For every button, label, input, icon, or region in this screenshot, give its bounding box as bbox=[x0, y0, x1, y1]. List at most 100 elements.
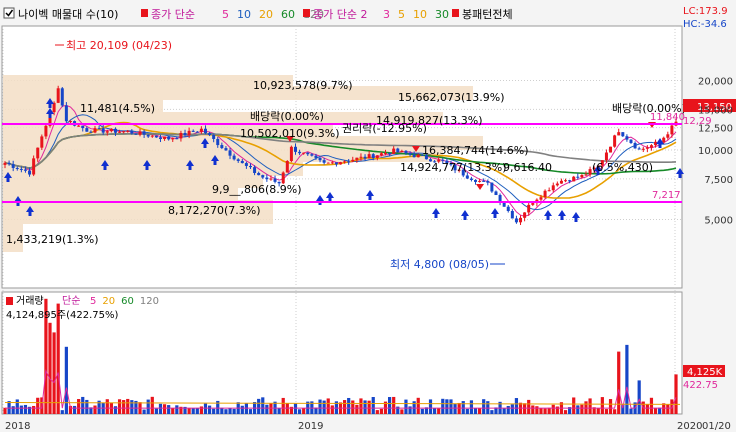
volume-bar bbox=[281, 397, 285, 414]
candle-body bbox=[666, 134, 670, 138]
candle-body bbox=[326, 162, 330, 164]
ma-period-10[interactable]: 10 bbox=[237, 8, 251, 21]
volume-bar bbox=[625, 344, 629, 414]
volume-bar bbox=[527, 399, 531, 414]
volume-bar bbox=[662, 403, 666, 414]
ma-price-label[interactable]: 종가 단순 bbox=[151, 8, 195, 21]
volume-label: 거래량 bbox=[16, 295, 44, 307]
candle-body bbox=[359, 156, 363, 158]
volume-bar bbox=[428, 399, 433, 414]
volume-bar bbox=[60, 410, 64, 414]
ma2-period-30[interactable]: 30 bbox=[435, 8, 449, 21]
candle-body bbox=[289, 146, 293, 161]
volume-bar bbox=[257, 398, 261, 414]
candle-body bbox=[519, 217, 523, 223]
volume-bar bbox=[77, 399, 81, 414]
candle-body bbox=[478, 180, 482, 182]
candle-body bbox=[625, 136, 629, 140]
candle-body bbox=[494, 191, 498, 196]
volume-bar bbox=[191, 408, 195, 414]
volume-profile-label-1: 15,662,073(13.9%) bbox=[398, 91, 505, 104]
candle-body bbox=[44, 125, 48, 137]
candle-body bbox=[118, 131, 122, 133]
candle-body bbox=[404, 150, 408, 154]
volume-profile-label-2: 11,481(4.5%) bbox=[80, 102, 155, 115]
candle-body bbox=[339, 162, 342, 165]
ma2-period-5[interactable]: 5 bbox=[398, 8, 405, 21]
candle-body bbox=[191, 130, 195, 132]
volume-bar bbox=[11, 406, 15, 414]
volume-bar bbox=[195, 407, 199, 414]
ma-period-5[interactable]: 5 bbox=[222, 8, 229, 21]
volume-bar bbox=[72, 405, 77, 414]
volume-profile-label-9: 9,9__,806(8.9%) bbox=[212, 183, 302, 196]
volume-bar bbox=[416, 397, 420, 414]
chart-title: 나이벡 매물대 수(10) bbox=[18, 8, 118, 21]
volume-bar bbox=[608, 399, 613, 414]
candle-body bbox=[265, 177, 269, 180]
candle-body bbox=[134, 133, 138, 135]
ma-price-value: 11,840 bbox=[650, 112, 685, 123]
show-checkbox[interactable] bbox=[3, 7, 15, 19]
volume-bar bbox=[543, 408, 547, 414]
volume-bar bbox=[154, 408, 158, 414]
candle-body bbox=[261, 175, 265, 178]
candle-body bbox=[93, 128, 97, 133]
lc-label: LC:173.9 bbox=[683, 6, 728, 17]
volume-bar bbox=[220, 407, 224, 414]
candle-body bbox=[564, 180, 568, 182]
volume-profile-label-3: 14,919,827(13.3%) bbox=[376, 114, 483, 127]
candle-body bbox=[306, 152, 310, 155]
volume-last-text: 4,124,895주(422.75%) bbox=[6, 310, 118, 321]
volume-bar bbox=[572, 397, 576, 414]
stock-chart[interactable]: 나이벡 매물대 수(10) 종가 단순 5 10 20 60 120 종가 단순 2 3… bbox=[0, 0, 736, 432]
candle-body bbox=[7, 162, 11, 165]
candle-body bbox=[187, 130, 191, 136]
candle-body bbox=[19, 168, 23, 170]
candle-body bbox=[474, 179, 478, 182]
candle-body bbox=[580, 175, 584, 178]
volume-bar bbox=[502, 408, 506, 414]
candle-body bbox=[150, 135, 154, 137]
volume-profile-label-7: 9,616.40 bbox=[503, 161, 552, 174]
candle-body bbox=[330, 162, 334, 164]
ma-period-20[interactable]: 20 bbox=[259, 8, 273, 21]
candle-body bbox=[302, 152, 306, 154]
candle-body bbox=[15, 167, 19, 169]
time-axis-label: 2020 bbox=[677, 421, 702, 432]
volume-bar bbox=[232, 408, 236, 414]
candle-body bbox=[52, 102, 56, 113]
volume-bar bbox=[490, 410, 494, 414]
volume-bar bbox=[342, 400, 347, 414]
price-tick-label: 10,000 bbox=[698, 146, 733, 157]
volume-bar bbox=[126, 398, 130, 414]
volume-ma-period-120: 120 bbox=[140, 296, 159, 307]
volume-bar bbox=[666, 404, 670, 414]
volume-bar bbox=[359, 398, 363, 414]
candle-body bbox=[240, 160, 244, 164]
candle-body bbox=[670, 125, 674, 135]
volume-bar bbox=[15, 399, 19, 414]
candle-body bbox=[510, 210, 514, 219]
candle-body bbox=[293, 146, 297, 152]
ma2-period-3[interactable]: 3 bbox=[383, 8, 390, 21]
ma2-period-10[interactable]: 10 bbox=[413, 8, 427, 21]
volume-bar bbox=[199, 406, 203, 414]
volume-bar bbox=[105, 399, 109, 414]
volume-bar bbox=[171, 408, 175, 414]
candle-body bbox=[514, 218, 518, 223]
candle-body bbox=[367, 154, 371, 159]
volume-bar bbox=[142, 409, 146, 414]
volume-bar bbox=[613, 409, 617, 414]
volume-bar bbox=[408, 406, 412, 414]
ma-period-60[interactable]: 60 bbox=[281, 8, 295, 21]
candle-body bbox=[97, 128, 101, 130]
time-axis-label: 2018 bbox=[5, 421, 30, 432]
volume-bar bbox=[330, 405, 334, 414]
volume-profile-bar-0 bbox=[3, 75, 293, 86]
volume-bar bbox=[326, 398, 330, 414]
pattern-label[interactable]: 봉패턴전체 bbox=[462, 8, 513, 21]
volume-bar bbox=[400, 409, 404, 414]
candle-body bbox=[23, 169, 27, 171]
ma2-label[interactable]: 종가 단순 2 bbox=[313, 8, 367, 21]
